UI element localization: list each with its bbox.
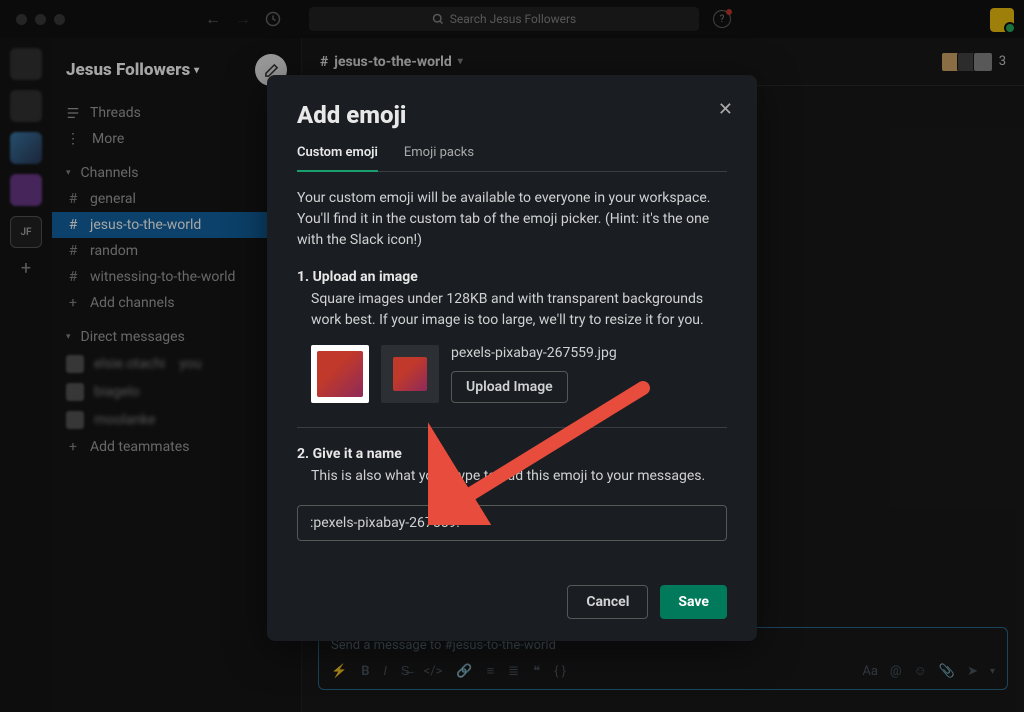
tab-emoji-packs[interactable]: Emoji packs xyxy=(404,145,474,171)
upload-image-button[interactable]: Upload Image xyxy=(451,371,568,403)
step1-title: 1. Upload an image xyxy=(297,269,727,285)
close-button[interactable]: ✕ xyxy=(718,99,733,120)
save-button[interactable]: Save xyxy=(660,585,727,619)
cancel-button[interactable]: Cancel xyxy=(567,585,648,619)
divider xyxy=(297,427,727,428)
uploaded-filename: pexels-pixabay-267559.jpg xyxy=(451,345,617,361)
emoji-name-input[interactable] xyxy=(297,505,727,541)
add-emoji-modal: Add emoji ✕ Custom emoji Emoji packs You… xyxy=(267,75,757,641)
emoji-preview-dark xyxy=(381,345,439,403)
step2-desc: This is also what you'll type to add thi… xyxy=(297,466,727,487)
modal-title: Add emoji xyxy=(297,101,727,129)
step1-desc: Square images under 128KB and with trans… xyxy=(297,289,727,331)
modal-intro: Your custom emoji will be available to e… xyxy=(297,188,727,251)
modal-tabs: Custom emoji Emoji packs xyxy=(297,145,727,172)
step2-title: 2. Give it a name xyxy=(297,446,727,462)
emoji-preview-light xyxy=(311,345,369,403)
tab-custom-emoji[interactable]: Custom emoji xyxy=(297,145,378,172)
